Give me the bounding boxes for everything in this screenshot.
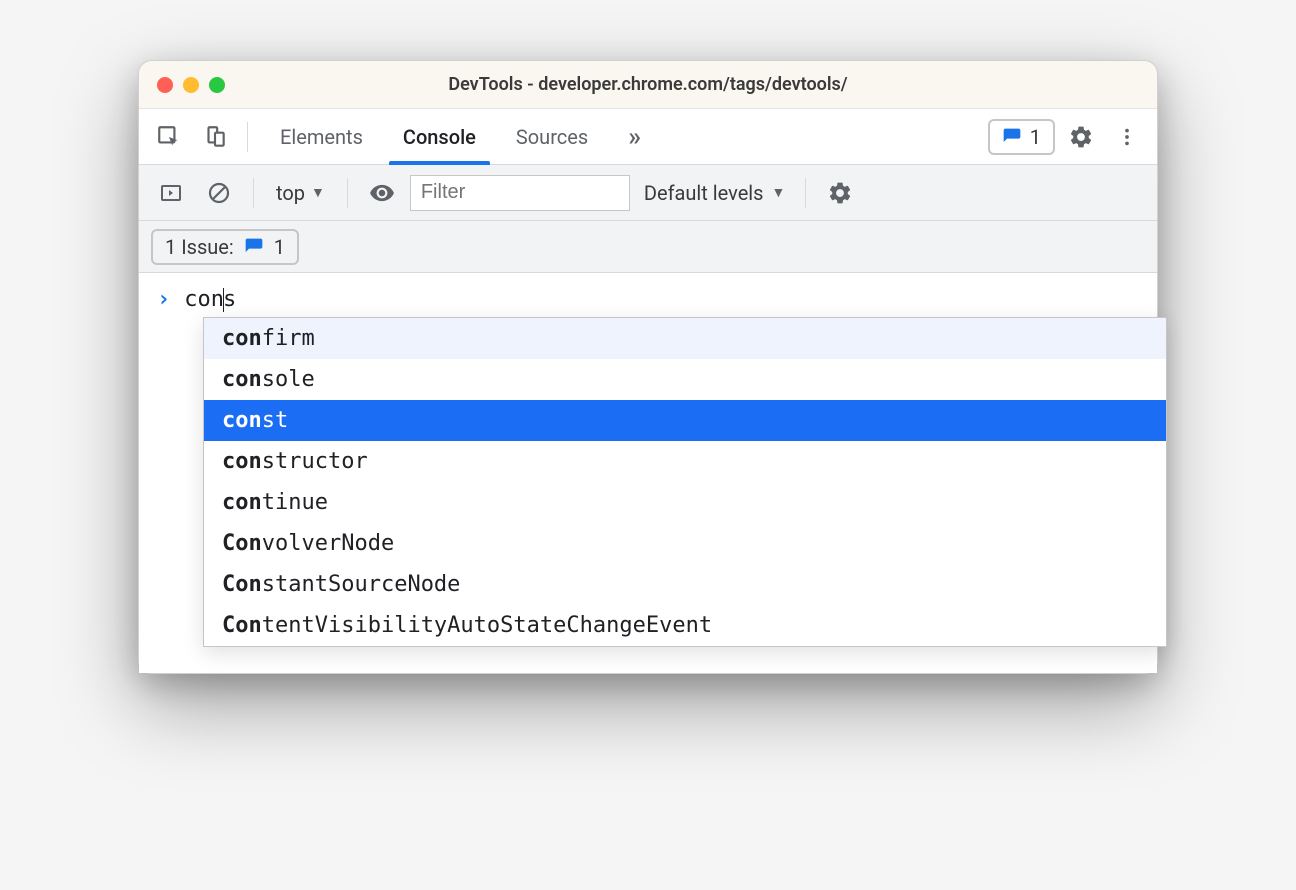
prompt-chevron-icon: › <box>157 287 170 312</box>
live-expression-icon[interactable] <box>362 173 402 213</box>
inspect-element-icon[interactable] <box>149 117 189 157</box>
toggle-sidebar-icon[interactable] <box>151 173 191 213</box>
divider <box>805 178 806 208</box>
titlebar: DevTools - developer.chrome.com/tags/dev… <box>139 61 1157 109</box>
tab-sources[interactable]: Sources <box>496 109 608 164</box>
issue-icon <box>1002 127 1022 147</box>
issues-label: 1 Issue: <box>165 235 234 259</box>
context-label: top <box>276 181 305 205</box>
tab-list: Elements Console Sources <box>260 109 608 164</box>
window-title: DevTools - developer.chrome.com/tags/dev… <box>139 74 1157 95</box>
close-window-button[interactable] <box>157 77 173 93</box>
autocomplete-item[interactable]: constructor <box>204 441 1166 482</box>
clear-console-icon[interactable] <box>199 173 239 213</box>
issues-pill[interactable]: 1 Issue: 1 <box>151 229 299 265</box>
minimize-window-button[interactable] <box>183 77 199 93</box>
issue-icon <box>244 237 264 257</box>
console-prompt[interactable]: › cons <box>139 283 1157 316</box>
autocomplete-item[interactable]: confirm <box>204 318 1166 359</box>
log-levels-selector[interactable]: Default levels ▼ <box>638 181 792 205</box>
console-output: › cons confirmconsoleconstconstructorcon… <box>139 273 1157 673</box>
issues-badge[interactable]: 1 <box>988 119 1055 155</box>
more-menu-icon[interactable] <box>1107 117 1147 157</box>
context-selector[interactable]: top ▼ <box>268 181 333 205</box>
traffic-lights <box>157 77 225 93</box>
maximize-window-button[interactable] <box>209 77 225 93</box>
devtools-window: DevTools - developer.chrome.com/tags/dev… <box>138 60 1158 674</box>
main-tabs: Elements Console Sources » 1 <box>139 109 1157 165</box>
divider <box>247 122 248 152</box>
autocomplete-item[interactable]: continue <box>204 482 1166 523</box>
autocomplete-popup: confirmconsoleconstconstructorcontinueCo… <box>203 317 1167 647</box>
divider <box>253 178 254 208</box>
console-toolbar: top ▼ Default levels ▼ <box>139 165 1157 221</box>
issues-badge-count: 1 <box>1030 125 1041 149</box>
issues-pill-count: 1 <box>274 235 285 259</box>
device-toggle-icon[interactable] <box>195 117 235 157</box>
console-settings-gear-icon[interactable] <box>820 173 860 213</box>
prompt-input[interactable]: cons <box>184 287 236 312</box>
chevron-down-icon: ▼ <box>311 184 325 201</box>
settings-gear-icon[interactable] <box>1061 117 1101 157</box>
autocomplete-item[interactable]: ConvolverNode <box>204 523 1166 564</box>
autocomplete-item[interactable]: ConstantSourceNode <box>204 564 1166 605</box>
more-tabs-icon[interactable]: » <box>614 122 655 152</box>
divider <box>347 178 348 208</box>
levels-label: Default levels <box>644 181 764 205</box>
chevron-down-icon: ▼ <box>772 184 786 201</box>
tab-console[interactable]: Console <box>383 109 496 164</box>
autocomplete-item[interactable]: const <box>204 400 1166 441</box>
tab-elements[interactable]: Elements <box>260 109 383 164</box>
issues-bar: 1 Issue: 1 <box>139 221 1157 273</box>
filter-input[interactable] <box>410 175 630 211</box>
autocomplete-item[interactable]: console <box>204 359 1166 400</box>
autocomplete-item[interactable]: ContentVisibilityAutoStateChangeEvent <box>204 605 1166 646</box>
